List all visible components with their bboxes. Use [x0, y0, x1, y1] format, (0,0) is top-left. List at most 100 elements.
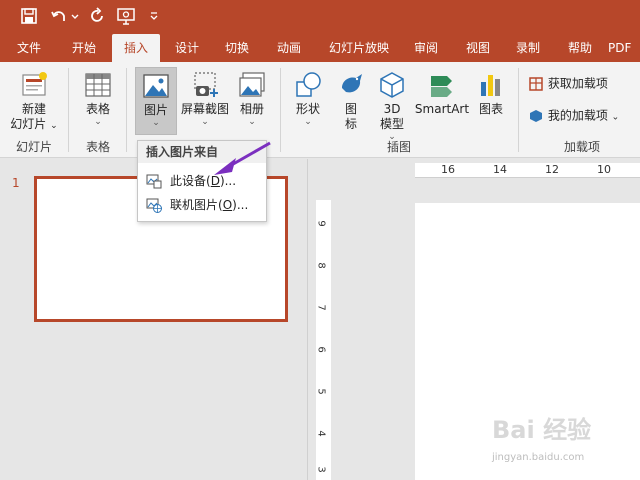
tab-animations[interactable]: 动画 — [264, 34, 314, 62]
ruler-number: 9 — [315, 220, 327, 227]
album-label: 相册 — [239, 102, 264, 116]
menu-item-this-device[interactable]: 此设备(D)... — [138, 169, 266, 193]
redo-icon[interactable] — [88, 7, 106, 25]
pictures-label: 图片 — [143, 103, 168, 117]
picture-icon — [143, 74, 169, 98]
tab-help[interactable]: 帮助 — [558, 34, 602, 62]
slide-number: 1 — [12, 176, 20, 190]
menu-item-suffix: )... — [232, 198, 249, 212]
online-picture-icon — [146, 198, 162, 213]
watermark-url: jingyan.baidu.com — [492, 452, 585, 463]
icons-label-line2: 标 — [344, 117, 357, 131]
store-icon — [529, 77, 543, 91]
present-from-start-icon[interactable] — [116, 7, 138, 25]
3d-label-line1: 3D — [383, 102, 401, 116]
icons-icon — [342, 74, 362, 93]
chevron-down-icon: ⌄ — [611, 112, 620, 123]
smartart-button[interactable]: SmartArt — [414, 70, 470, 117]
chevron-down-icon: ⌄ — [248, 117, 256, 127]
tab-slideshow[interactable]: 幻灯片放映 — [320, 34, 398, 62]
ribbon-separator — [68, 68, 69, 152]
save-icon[interactable] — [20, 7, 38, 25]
photo-album-button[interactable]: 相册 ⌄ — [232, 70, 272, 127]
chevron-down-icon: ⌄ — [152, 118, 160, 128]
shapes-button[interactable]: 形状 ⌄ — [288, 70, 328, 127]
menu-item-label: 此设备( — [170, 174, 211, 188]
watermark: Bai 经验 jingyan.baidu.com — [492, 410, 637, 470]
menu-item-suffix: )... — [219, 174, 237, 188]
tab-record[interactable]: 录制 — [506, 34, 550, 62]
ruler-number: 5 — [315, 388, 327, 395]
icons-button[interactable]: 图 标 — [334, 70, 368, 132]
shapes-icon — [296, 72, 321, 97]
screenshot-label: 屏幕截图 — [180, 102, 229, 116]
group-label-addins: 加载项 — [563, 140, 600, 154]
menu-header: 插入图片来自 — [138, 141, 266, 163]
menu-item-label: 联机图片( — [170, 198, 223, 212]
group-label-illustrations: 插图 — [386, 140, 411, 154]
ruler-number: 12 — [545, 163, 559, 176]
device-picture-icon — [146, 174, 162, 189]
smartart-label: SmartArt — [414, 102, 470, 116]
new-slide-button[interactable]: 新建 幻灯片 ⌄ — [6, 70, 62, 134]
horizontal-ruler: 16 14 12 10 — [415, 163, 640, 178]
new-slide-icon — [22, 72, 47, 96]
tab-view[interactable]: 视图 — [456, 34, 500, 62]
chevron-down-icon: ⌄ — [50, 121, 58, 131]
addins-cube-icon — [530, 110, 542, 122]
shapes-label: 形状 — [295, 102, 320, 116]
3d-cube-icon — [380, 72, 404, 98]
ruler-number: 3 — [315, 466, 327, 473]
table-label: 表格 — [85, 102, 110, 116]
tab-insert[interactable]: 插入 — [112, 34, 160, 62]
screenshot-button[interactable]: 屏幕截图 ⌄ — [180, 70, 230, 127]
tab-home[interactable]: 开始 — [60, 34, 108, 62]
ruler-number: 14 — [493, 163, 507, 176]
photo-album-icon — [239, 72, 265, 97]
customize-qat-icon[interactable] — [148, 7, 160, 25]
my-addins-button[interactable]: 我的加载项 ⌄ — [528, 108, 636, 126]
undo-dropdown-icon[interactable] — [70, 7, 80, 25]
ribbon-separator — [126, 68, 127, 152]
new-slide-label-line2: 幻灯片 — [10, 117, 47, 131]
tab-review[interactable]: 审阅 — [404, 34, 448, 62]
title-bar — [0, 0, 640, 34]
pictures-button[interactable]: 图片 ⌄ — [135, 67, 177, 135]
ruler-number: 4 — [315, 430, 327, 437]
menu-item-online-pictures[interactable]: 联机图片(O)... — [138, 193, 266, 217]
chart-icon — [481, 75, 500, 96]
ruler-number: 8 — [315, 262, 327, 269]
get-addins-button[interactable]: 获取加载项 — [528, 76, 636, 92]
ribbon: 新建 幻灯片 ⌄ 幻灯片 表格 ⌄ 表格 图片 ⌄ 屏幕截图 ⌄ 相册 ⌄ 形状… — [0, 62, 640, 158]
ruler-number: 10 — [597, 163, 611, 176]
group-label-slides: 幻灯片 — [15, 140, 52, 154]
ribbon-tabs: 文件 开始 插入 设计 切换 动画 幻灯片放映 审阅 视图 录制 帮助 PDF — [0, 34, 640, 62]
chevron-down-icon: ⌄ — [304, 117, 312, 127]
table-button[interactable]: 表格 ⌄ — [76, 70, 120, 127]
my-addins-label: 我的加载项 — [547, 108, 608, 123]
tab-pdf[interactable]: PDF — [608, 34, 640, 62]
menu-item-accesskey: D — [210, 174, 220, 188]
watermark-text: Bai 经验 — [492, 416, 592, 444]
menu-item-accesskey: O — [222, 198, 233, 212]
3d-label-line2: 模型 — [379, 117, 404, 131]
ruler-number: 7 — [315, 304, 327, 311]
chart-button[interactable]: 图表 — [474, 70, 508, 117]
tab-file[interactable]: 文件 — [6, 34, 52, 62]
screenshot-icon — [194, 72, 218, 97]
tab-design[interactable]: 设计 — [164, 34, 210, 62]
ruler-number: 16 — [441, 163, 455, 176]
smartart-icon — [431, 76, 452, 97]
3d-models-button[interactable]: 3D 模型 ⌄ — [374, 70, 410, 142]
tab-transitions[interactable]: 切换 — [214, 34, 260, 62]
icons-label-line1: 图 — [344, 102, 357, 116]
get-addins-label: 获取加载项 — [547, 76, 608, 91]
chevron-down-icon: ⌄ — [201, 117, 209, 127]
group-label-table: 表格 — [85, 140, 110, 154]
chart-label: 图表 — [478, 102, 503, 116]
ribbon-separator — [518, 68, 519, 152]
ribbon-separator — [280, 68, 281, 152]
chevron-down-icon: ⌄ — [94, 117, 102, 127]
undo-icon[interactable] — [50, 7, 68, 25]
table-icon — [85, 73, 111, 97]
